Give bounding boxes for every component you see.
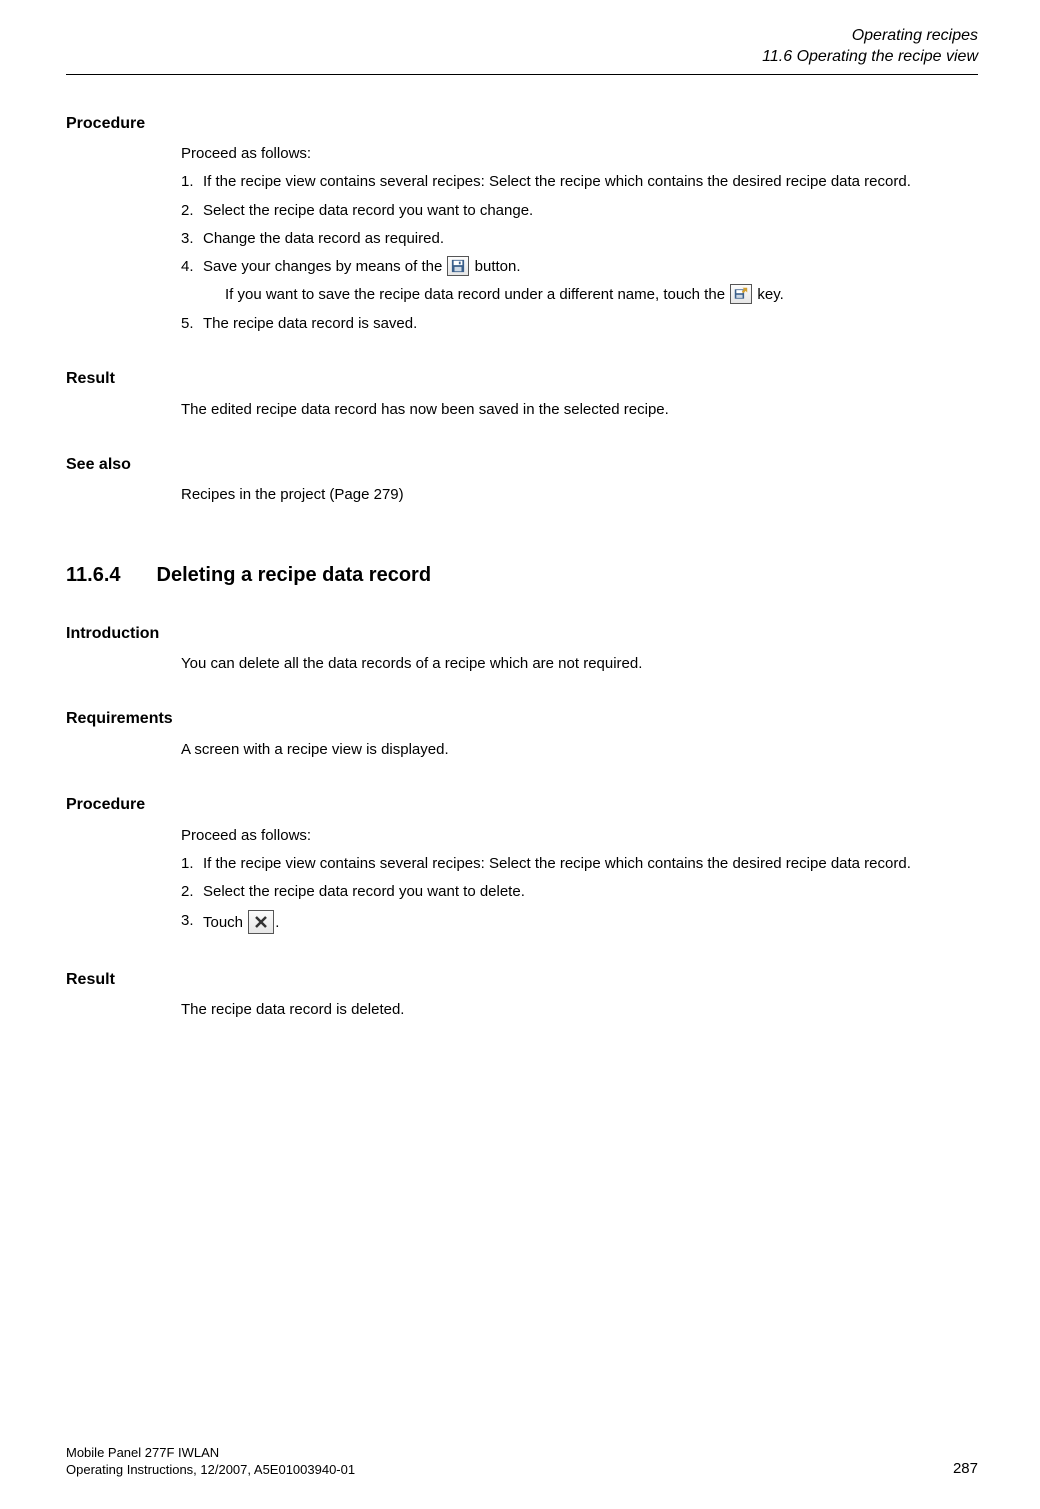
header-section: 11.6 Operating the recipe view bbox=[66, 47, 978, 68]
heading-result: Result bbox=[66, 368, 978, 390]
procedure-intro: Proceed as follows: bbox=[181, 144, 978, 164]
heading-procedure: Procedure bbox=[66, 113, 978, 135]
list-item-number: 4. bbox=[181, 257, 203, 277]
list-item: 5. The recipe data record is saved. bbox=[181, 314, 978, 334]
result-text: The edited recipe data record has now be… bbox=[181, 400, 978, 420]
heading-procedure: Procedure bbox=[66, 794, 978, 816]
text-span: If you want to save the recipe data reco… bbox=[225, 286, 729, 303]
list-item: 1. If the recipe view contains several r… bbox=[181, 854, 978, 874]
text-span: Save your changes by means of the bbox=[203, 258, 446, 275]
chapter-number: 11.6.4 bbox=[66, 562, 121, 589]
list-item-text: The recipe data record is saved. bbox=[203, 314, 978, 334]
see-also-text: Recipes in the project (Page 279) bbox=[181, 485, 978, 505]
header-chapter: Operating recipes bbox=[66, 26, 978, 47]
text-span: . bbox=[275, 914, 279, 931]
procedure-list: 1. If the recipe view contains several r… bbox=[181, 172, 978, 334]
list-item: 2. Select the recipe data record you wan… bbox=[181, 882, 978, 902]
list-item-number: 5. bbox=[181, 314, 203, 334]
footer-docinfo: Operating Instructions, 12/2007, A5E0100… bbox=[66, 1462, 355, 1479]
list-item: 3. Change the data record as required. bbox=[181, 229, 978, 249]
text-span: key. bbox=[753, 286, 784, 303]
text-span: Touch bbox=[203, 914, 247, 931]
heading-introduction: Introduction bbox=[66, 623, 978, 645]
heading-see-also: See also bbox=[66, 454, 978, 476]
result-text: The recipe data record is deleted. bbox=[181, 1000, 978, 1020]
list-item-text: Select the recipe data record you want t… bbox=[203, 882, 978, 902]
save-icon[interactable] bbox=[447, 256, 469, 276]
list-item-number: 2. bbox=[181, 882, 203, 902]
list-item-number: 3. bbox=[181, 911, 203, 931]
list-item-text: Select the recipe data record you want t… bbox=[203, 201, 978, 221]
list-item-number: 1. bbox=[181, 854, 203, 874]
heading-requirements: Requirements bbox=[66, 708, 978, 730]
requirements-text: A screen with a recipe view is displayed… bbox=[181, 740, 978, 760]
list-item-text: If the recipe view contains several reci… bbox=[203, 172, 978, 192]
delete-icon[interactable] bbox=[248, 910, 274, 934]
list-item-number: 2. bbox=[181, 201, 203, 221]
procedure-list: 1. If the recipe view contains several r… bbox=[181, 854, 978, 935]
list-item-text: Change the data record as required. bbox=[203, 229, 978, 249]
text-span: button. bbox=[470, 258, 520, 275]
list-item-text: Touch . bbox=[203, 911, 978, 935]
list-item-number: 3. bbox=[181, 229, 203, 249]
list-item: 2. Select the recipe data record you wan… bbox=[181, 201, 978, 221]
save-as-icon[interactable] bbox=[730, 284, 752, 304]
list-item: 4. Save your changes by means of the but… bbox=[181, 257, 978, 306]
introduction-text: You can delete all the data records of a… bbox=[181, 654, 978, 674]
page-header: Operating recipes 11.6 Operating the rec… bbox=[66, 26, 978, 68]
chapter-heading: 11.6.4 Deleting a recipe data record bbox=[66, 562, 978, 589]
list-item-text: If the recipe view contains several reci… bbox=[203, 854, 978, 874]
list-item-text: Save your changes by means of the button… bbox=[203, 257, 978, 306]
list-item-number: 1. bbox=[181, 172, 203, 192]
list-item: 1. If the recipe view contains several r… bbox=[181, 172, 978, 192]
chapter-title: Deleting a recipe data record bbox=[157, 562, 432, 589]
heading-result: Result bbox=[66, 969, 978, 991]
page-footer: Mobile Panel 277F IWLAN Operating Instru… bbox=[66, 1445, 978, 1479]
procedure-intro: Proceed as follows: bbox=[181, 826, 978, 846]
footer-product: Mobile Panel 277F IWLAN bbox=[66, 1445, 355, 1462]
page-number: 287 bbox=[953, 1459, 978, 1479]
header-rule bbox=[66, 74, 978, 75]
list-item: 3. Touch . bbox=[181, 911, 978, 935]
